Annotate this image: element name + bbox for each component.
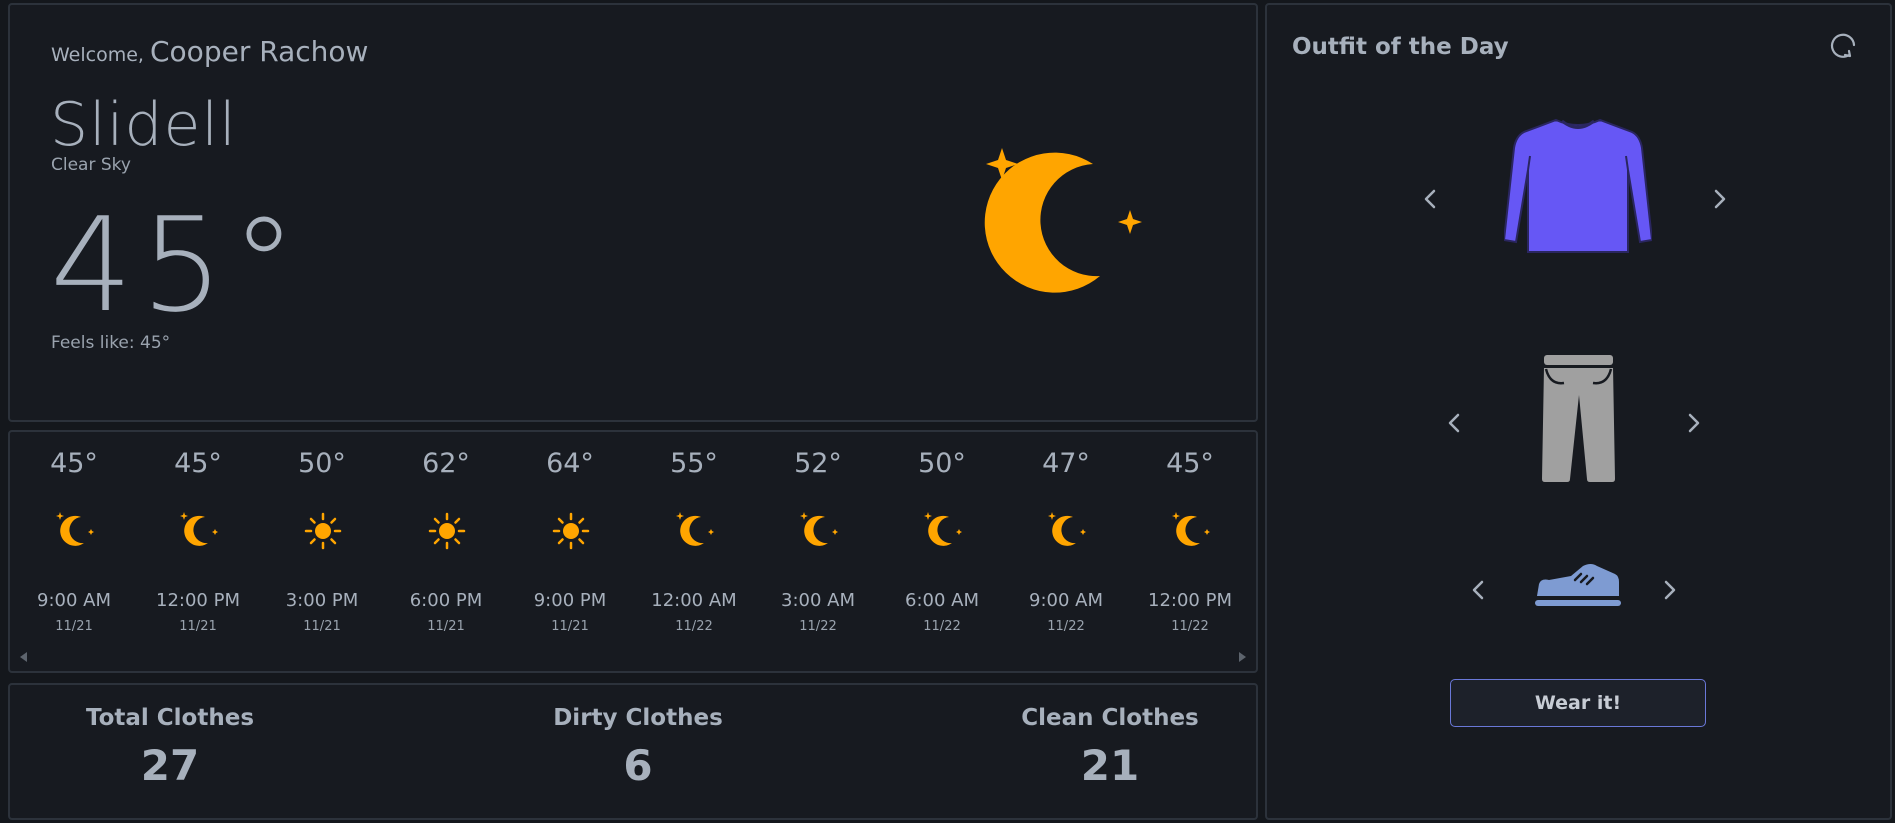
forecast-date: 11/21 — [551, 619, 589, 634]
chevron-left-icon[interactable] — [1419, 187, 1443, 211]
forecast-time: 12:00 PM — [1148, 590, 1232, 611]
forecast-list: 45° 9:00 AM 11/21 45° 12:00 PM 11/21 50° 3:00 P… — [10, 432, 1256, 642]
dirty-clothes-label: Dirty Clothes — [553, 705, 723, 731]
moon-icon — [798, 510, 840, 552]
total-clothes-value: 27 — [140, 741, 200, 790]
sun-icon — [426, 510, 468, 552]
forecast-date: 11/22 — [923, 619, 961, 634]
forecast-temp: 45° — [174, 448, 222, 479]
forecast-temp: 45° — [1166, 448, 1214, 479]
hourly-forecast[interactable]: 45° 9:00 AM 11/21 45° 12:00 PM 11/21 50° 3:00 P… — [8, 430, 1258, 673]
forecast-temp: 45° — [50, 448, 98, 479]
forecast-time: 9:00 PM — [533, 590, 607, 611]
weather-panel: Welcome, Cooper Rachow Slidell Clear Sky… — [8, 3, 1258, 422]
forecast-temp: 50° — [918, 448, 966, 479]
sun-icon — [550, 510, 592, 552]
forecast-date: 11/22 — [1171, 619, 1209, 634]
forecast-time: 6:00 PM — [409, 590, 483, 611]
moon-stars-icon — [984, 148, 1142, 293]
chevron-right-icon[interactable] — [1657, 578, 1681, 602]
forecast-temp: 50° — [298, 448, 346, 479]
moon-icon — [1046, 510, 1088, 552]
long-sleeve-shirt-icon — [1504, 118, 1652, 253]
city-name: Slidell — [50, 90, 237, 160]
forecast-time: 12:00 AM — [651, 590, 737, 611]
chevron-left-icon[interactable] — [1443, 411, 1467, 435]
current-temperature: 45° — [50, 189, 305, 341]
outfit-title: Outfit of the Day — [1292, 34, 1509, 60]
forecast-date: 11/22 — [1047, 619, 1085, 634]
forecast-date: 11/22 — [799, 619, 837, 634]
sun-icon — [302, 510, 344, 552]
forecast-date: 11/21 — [427, 619, 465, 634]
welcome-text: Welcome, Cooper Rachow — [51, 35, 368, 68]
moon-icon — [178, 510, 220, 552]
forecast-date: 11/21 — [303, 619, 341, 634]
pants-icon — [1542, 355, 1615, 482]
forecast-time: 6:00 AM — [905, 590, 979, 611]
chevron-left-icon[interactable] — [1467, 578, 1491, 602]
moon-icon — [1170, 510, 1212, 552]
clean-clothes-label: Clean Clothes — [1021, 705, 1199, 731]
weather-condition: Clear Sky — [51, 155, 131, 175]
total-clothes-label: Total Clothes — [85, 705, 255, 731]
forecast-date: 11/22 — [675, 619, 713, 634]
refresh-icon[interactable] — [1827, 29, 1859, 61]
forecast-temp: 47° — [1042, 448, 1090, 479]
sneaker-icon — [1535, 564, 1621, 606]
chevron-right-icon[interactable] — [1681, 411, 1705, 435]
welcome-prefix: Welcome, — [51, 44, 144, 66]
chevron-right-icon[interactable] — [1707, 187, 1731, 211]
forecast-time: 9:00 AM — [37, 590, 111, 611]
dirty-clothes-value: 6 — [623, 741, 653, 790]
clothes-stats: Total Clothes 27 Dirty Clothes 6 Clean C… — [8, 683, 1258, 820]
moon-icon — [54, 510, 96, 552]
moon-icon — [674, 510, 716, 552]
forecast-temp: 52° — [794, 448, 842, 479]
dirty-clothes-stat: Dirty Clothes 6 — [518, 705, 758, 790]
total-clothes-stat: Total Clothes 27 — [50, 705, 290, 790]
wear-it-button[interactable]: Wear it! — [1450, 679, 1706, 727]
scroll-left-arrow[interactable] — [20, 652, 27, 662]
forecast-date: 11/21 — [55, 619, 93, 634]
moon-icon — [922, 510, 964, 552]
forecast-time: 3:00 PM — [285, 590, 359, 611]
forecast-time: 3:00 AM — [781, 590, 855, 611]
forecast-time: 12:00 PM — [156, 590, 240, 611]
feels-like: Feels like: 45° — [51, 333, 171, 353]
scroll-right-arrow[interactable] — [1239, 652, 1246, 662]
forecast-temp: 62° — [422, 448, 470, 479]
forecast-date: 11/21 — [179, 619, 217, 634]
forecast-temp: 64° — [546, 448, 594, 479]
forecast-time: 9:00 AM — [1029, 590, 1103, 611]
clean-clothes-stat: Clean Clothes 21 — [990, 705, 1230, 790]
forecast-temp: 55° — [670, 448, 718, 479]
outfit-panel: Outfit of the Day Wear it! — [1265, 3, 1892, 820]
user-name: Cooper Rachow — [150, 35, 369, 68]
clean-clothes-value: 21 — [1080, 741, 1140, 790]
